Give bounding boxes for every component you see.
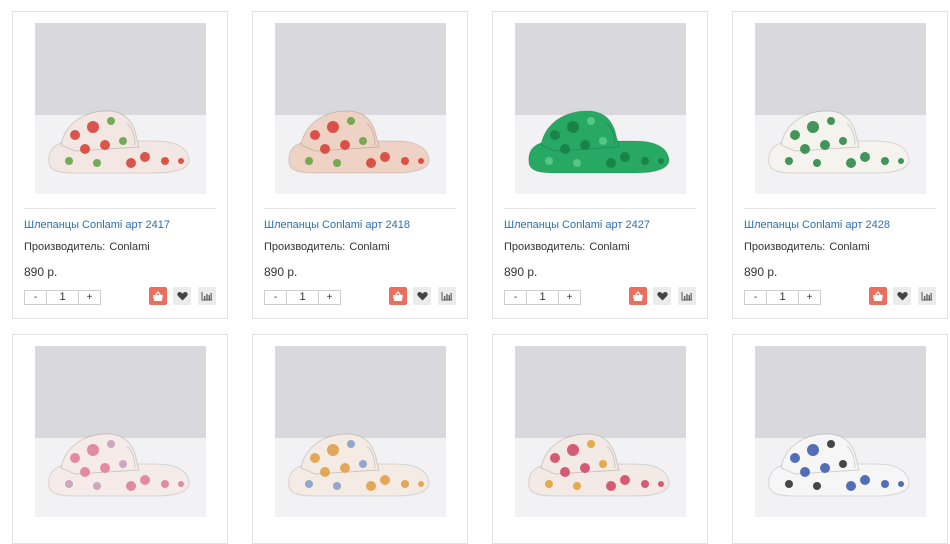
decrease-button[interactable]: - (505, 291, 526, 304)
quantity-input[interactable]: 1 (526, 291, 559, 304)
divider (264, 208, 456, 209)
quantity-stepper: - 1 + (744, 290, 821, 305)
heart-icon (896, 292, 908, 301)
product-image[interactable] (515, 23, 686, 194)
add-to-cart-button[interactable] (869, 287, 887, 305)
basket-icon (153, 290, 163, 301)
product-image[interactable] (755, 23, 926, 194)
product-card (732, 334, 948, 544)
heart-icon (656, 292, 668, 301)
manufacturer: Производитель: Conlami (264, 241, 390, 253)
quantity-stepper: - 1 + (264, 290, 341, 305)
price: 890 р. (744, 265, 778, 279)
quantity-input[interactable]: 1 (286, 291, 319, 304)
add-to-wishlist-button[interactable] (893, 287, 911, 305)
chart-icon (921, 292, 932, 301)
chart-icon (441, 292, 452, 301)
decrease-button[interactable]: - (265, 291, 286, 304)
chart-icon (681, 292, 692, 301)
manufacturer-value: Conlami (109, 241, 150, 253)
price: 890 р. (264, 265, 298, 279)
price: 890 р. (504, 265, 538, 279)
manufacturer-label: Производитель: (744, 241, 826, 253)
divider (24, 208, 216, 209)
increase-button[interactable]: + (559, 291, 580, 304)
product-title-link[interactable]: Шлепанцы Conlami арт 2418 (264, 219, 410, 231)
price: 890 р. (24, 265, 58, 279)
basket-icon (393, 290, 403, 301)
manufacturer-value: Conlami (589, 241, 630, 253)
product-image[interactable] (515, 346, 686, 517)
manufacturer-label: Производитель: (504, 241, 586, 253)
basket-icon (873, 290, 883, 301)
product-title-link[interactable]: Шлепанцы Conlami арт 2427 (504, 219, 650, 231)
add-to-cart-button[interactable] (389, 287, 407, 305)
increase-button[interactable]: + (79, 291, 100, 304)
decrease-button[interactable]: - (25, 291, 46, 304)
manufacturer-label: Производитель: (264, 241, 346, 253)
quantity-input[interactable]: 1 (766, 291, 799, 304)
basket-icon (633, 290, 643, 301)
add-to-cart-button[interactable] (149, 287, 167, 305)
add-to-cart-button[interactable] (629, 287, 647, 305)
manufacturer: Производитель: Conlami (24, 241, 150, 253)
product-card (12, 334, 228, 544)
compare-button[interactable] (438, 287, 456, 305)
manufacturer-value: Conlami (829, 241, 870, 253)
product-card: Шлепанцы Conlami арт 2418 Производитель:… (252, 11, 468, 319)
heart-icon (176, 292, 188, 301)
increase-button[interactable]: + (319, 291, 340, 304)
manufacturer-value: Conlami (349, 241, 390, 253)
quantity-stepper: - 1 + (504, 290, 581, 305)
compare-button[interactable] (198, 287, 216, 305)
product-title-link[interactable]: Шлепанцы Conlami арт 2417 (24, 219, 170, 231)
product-card (252, 334, 468, 544)
heart-icon (416, 292, 428, 301)
product-card: Шлепанцы Conlami арт 2417 Производитель:… (12, 11, 228, 319)
product-card: Шлепанцы Conlami арт 2427 Производитель:… (492, 11, 708, 319)
product-image[interactable] (275, 346, 446, 517)
divider (744, 208, 936, 209)
product-card (492, 334, 708, 544)
add-to-wishlist-button[interactable] (173, 287, 191, 305)
product-image[interactable] (35, 23, 206, 194)
product-title-link[interactable]: Шлепанцы Conlami арт 2428 (744, 219, 890, 231)
increase-button[interactable]: + (799, 291, 820, 304)
quantity-input[interactable]: 1 (46, 291, 79, 304)
manufacturer: Производитель: Conlami (504, 241, 630, 253)
product-image[interactable] (275, 23, 446, 194)
compare-button[interactable] (678, 287, 696, 305)
product-card: Шлепанцы Conlami арт 2428 Производитель:… (732, 11, 948, 319)
product-image[interactable] (35, 346, 206, 517)
manufacturer-label: Производитель: (24, 241, 106, 253)
decrease-button[interactable]: - (745, 291, 766, 304)
compare-button[interactable] (918, 287, 936, 305)
add-to-wishlist-button[interactable] (413, 287, 431, 305)
divider (504, 208, 696, 209)
manufacturer: Производитель: Conlami (744, 241, 870, 253)
add-to-wishlist-button[interactable] (653, 287, 671, 305)
product-image[interactable] (755, 346, 926, 517)
quantity-stepper: - 1 + (24, 290, 101, 305)
chart-icon (201, 292, 212, 301)
